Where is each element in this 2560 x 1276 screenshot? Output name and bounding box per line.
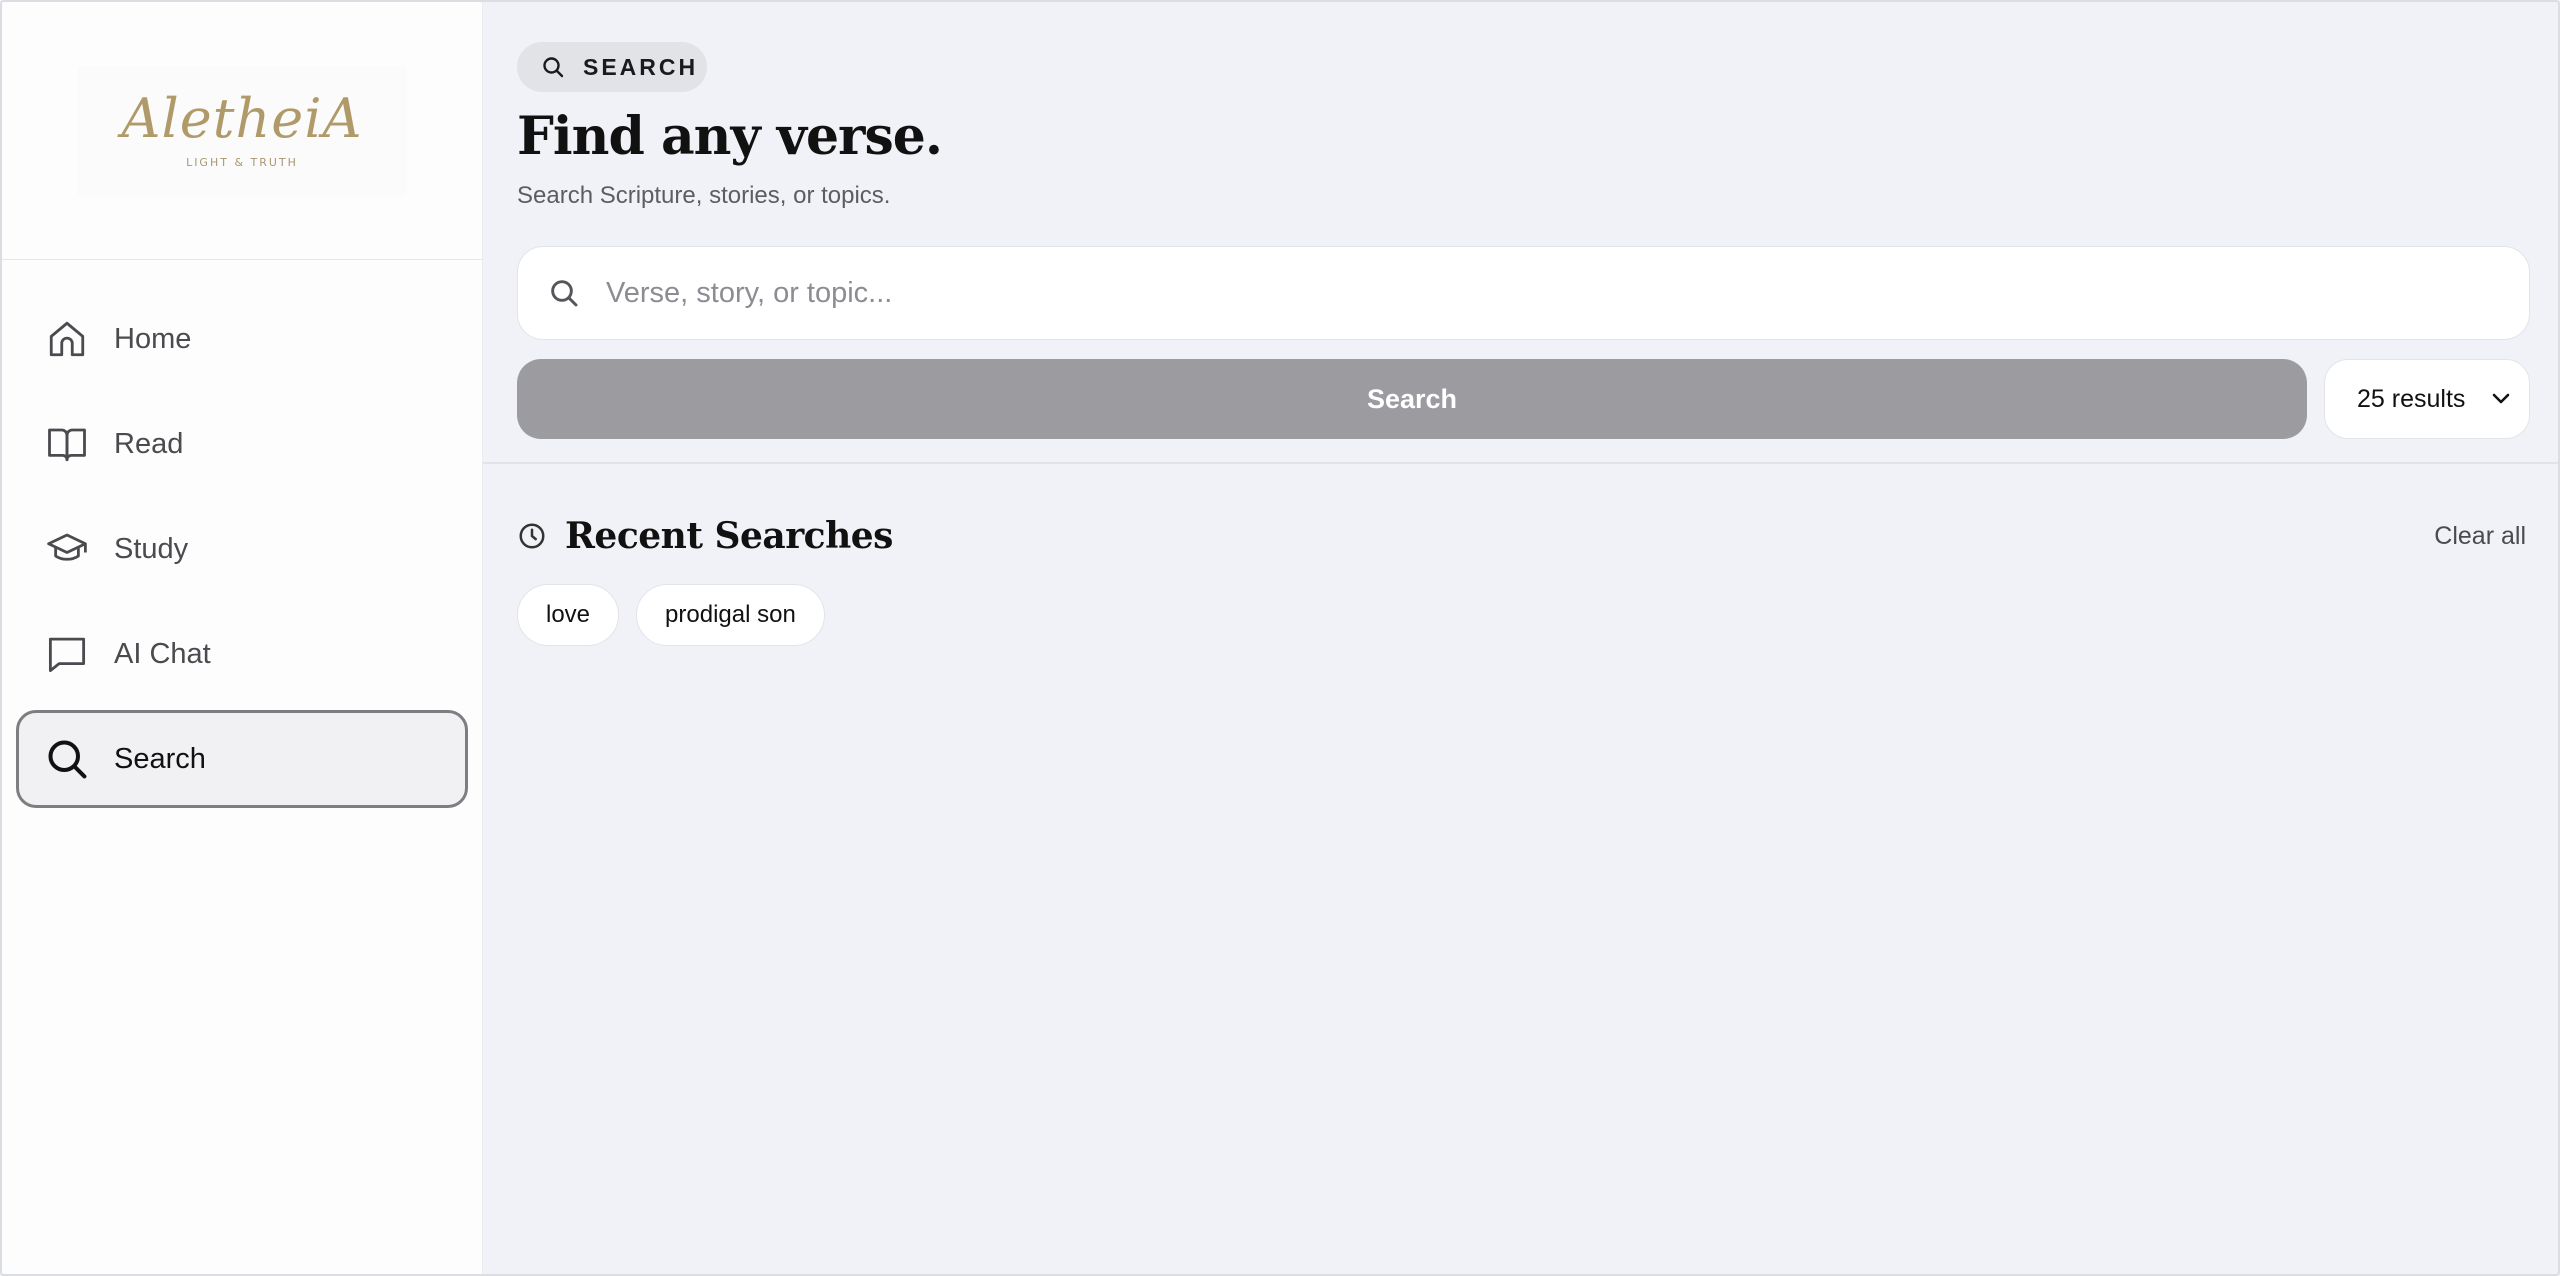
sidebar-item-label: Study [114,532,189,565]
page-subtitle: Search Scripture, stories, or topics. [517,182,891,209]
logo[interactable]: AletheiA LIGHT & TRUTH [77,65,407,196]
sidebar-item-label: Search [114,742,206,775]
search-box [517,246,2530,340]
section-pill: SEARCH [517,42,707,92]
page-title: Find any verse. [517,106,943,167]
recent-search-chip[interactable]: prodigal son [636,584,825,646]
home-icon [45,317,89,361]
search-icon [45,737,89,781]
recent-search-chips: love prodigal son [517,584,825,646]
search-icon [541,54,567,80]
logo-area: AletheiA LIGHT & TRUTH [2,2,482,260]
sidebar-item-read[interactable]: Read [16,395,468,493]
sidebar-item-search[interactable]: Search [16,710,468,808]
sidebar-nav: Home Read Study AI Chat Search [16,290,468,815]
book-icon [45,422,89,466]
sidebar-item-study[interactable]: Study [16,500,468,598]
sidebar-item-home[interactable]: Home [16,290,468,388]
search-header: SEARCH Find any verse. Search Scripture,… [517,2,2530,462]
search-button[interactable]: Search [517,359,2307,439]
results-count-select[interactable]: 25 results [2324,359,2530,439]
sidebar-item-label: Home [114,322,192,355]
logo-script: AletheiA [121,87,363,150]
graduation-cap-icon [45,527,89,571]
chat-bubble-icon [45,632,89,676]
recent-search-chip[interactable]: love [517,584,620,646]
app-window: AletheiA LIGHT & TRUTH Home Read Study A… [0,0,2560,1276]
clear-all-button[interactable]: Clear all [2434,522,2526,551]
sidebar-item-label: Read [114,427,184,460]
results-count-value: 25 results [2357,384,2466,413]
recent-searches-header: Recent Searches Clear all [517,506,2526,566]
sidebar: AletheiA LIGHT & TRUTH Home Read Study A… [2,2,483,1274]
sidebar-item-ai-chat[interactable]: AI Chat [16,605,468,703]
pill-label: SEARCH [583,53,699,80]
chevron-down-icon [2489,386,2513,410]
clock-icon [517,520,549,552]
search-icon [548,275,584,311]
logo-tagline: LIGHT & TRUTH [186,156,298,169]
recent-searches-title: Recent Searches [565,515,893,557]
search-input[interactable] [606,276,2406,310]
main-content: SEARCH Find any verse. Search Scripture,… [483,2,2558,1274]
section-divider [483,462,2558,464]
sidebar-item-label: AI Chat [114,637,211,670]
